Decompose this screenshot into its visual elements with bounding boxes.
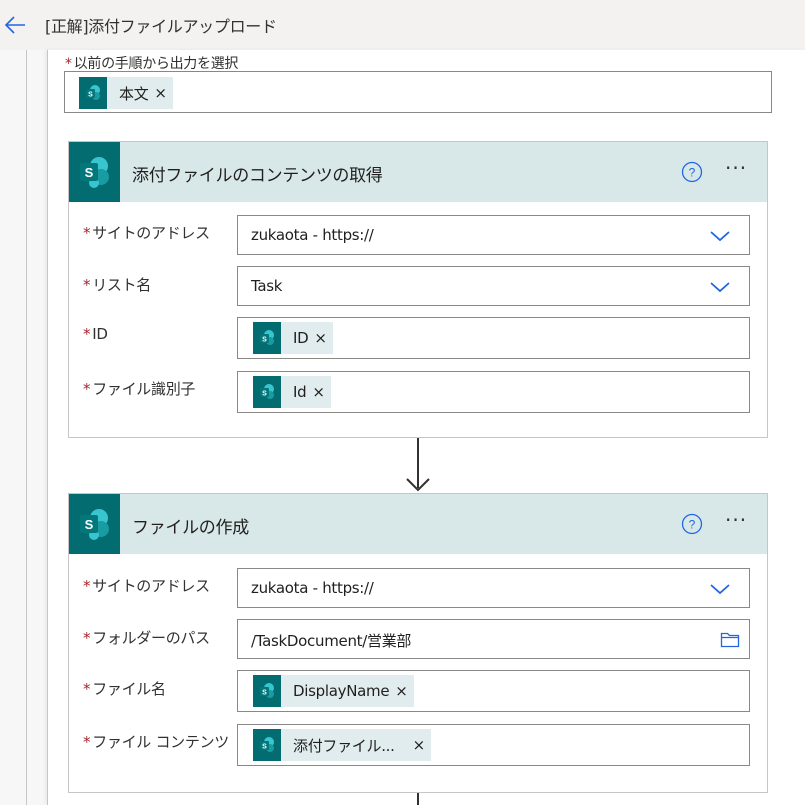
help-circle-icon[interactable]: ? <box>681 161 703 183</box>
svg-text:S: S <box>262 689 267 696</box>
site-address-value: zukaota - https:// <box>251 226 374 244</box>
token-label: DisplayName <box>293 682 390 700</box>
sharepoint-icon: S <box>79 77 107 109</box>
list-name-dropdown[interactable]: Task <box>237 266 750 306</box>
site-address-dropdown[interactable]: zukaota - https:// <box>237 568 750 608</box>
back-arrow-icon[interactable] <box>3 13 27 37</box>
flow-connector <box>417 793 419 805</box>
token-remove-icon[interactable]: × <box>413 736 432 754</box>
site-address-value: zukaota - https:// <box>251 579 374 597</box>
required-mark: * <box>83 733 91 751</box>
field-label-file-name: * ファイル名 <box>83 680 166 698</box>
action-header[interactable]: S 添付ファイルのコンテンツの取得 ? ··· <box>69 142 767 202</box>
svg-text:S: S <box>84 165 93 180</box>
field-label-id: * ID <box>83 325 108 343</box>
field-label-site: * サイトのアドレス <box>83 224 210 242</box>
token-attachment-content[interactable]: S 添付ファイル... × <box>253 729 432 761</box>
file-name-input[interactable]: S DisplayName × <box>237 670 750 712</box>
svg-text:S: S <box>262 390 267 397</box>
field-label-file-content: * ファイル コンテンツ <box>83 733 229 751</box>
token-label: 本文 <box>119 84 149 103</box>
token-file-id[interactable]: S Id × <box>253 376 331 408</box>
field-label-site: * サイトのアドレス <box>83 577 210 595</box>
arrow-down-icon <box>406 478 430 492</box>
svg-text:S: S <box>262 743 267 750</box>
svg-text:?: ? <box>689 166 696 180</box>
token-remove-icon[interactable]: × <box>154 84 173 102</box>
action-get-attachment-content: S 添付ファイルのコンテンツの取得 ? ··· * サイトのアドレス zukaot… <box>68 141 768 438</box>
id-input[interactable]: S ID × <box>237 317 750 359</box>
svg-text:S: S <box>84 517 93 532</box>
svg-text:S: S <box>88 91 93 98</box>
required-mark: * <box>83 380 91 398</box>
folder-path-input[interactable]: /TaskDocument/営業部 <box>237 619 750 659</box>
token-remove-icon[interactable]: × <box>312 383 331 401</box>
action-create-file: S ファイルの作成 ? ··· * サイトのアドレス zukaota - http… <box>68 493 768 793</box>
flow-title: [正解]添付ファイルアップロード <box>45 17 277 36</box>
required-mark: * <box>83 629 91 647</box>
token-remove-icon[interactable]: × <box>314 329 333 347</box>
chevron-down-icon[interactable] <box>709 279 731 295</box>
action-title: 添付ファイルのコンテンツの取得 <box>132 166 383 186</box>
folder-icon[interactable] <box>720 630 740 648</box>
action-header[interactable]: S ファイルの作成 ? ··· <box>69 494 767 554</box>
token-label: Id <box>293 383 307 401</box>
sharepoint-icon: S <box>253 322 281 354</box>
svg-text:?: ? <box>689 518 696 532</box>
sharepoint-logo-icon: S <box>69 142 120 202</box>
token-id[interactable]: S ID × <box>253 322 333 354</box>
required-mark: * <box>83 680 91 698</box>
action-title: ファイルの作成 <box>132 518 249 538</box>
sharepoint-icon: S <box>253 729 281 761</box>
required-mark: * <box>83 276 91 294</box>
token-body[interactable]: S 本文 × <box>79 77 173 109</box>
required-mark: * <box>83 224 91 242</box>
sharepoint-icon: S <box>253 376 281 408</box>
required-mark: * <box>83 577 91 595</box>
svg-text:S: S <box>262 336 267 343</box>
more-horizontal-icon[interactable]: ··· <box>725 508 747 532</box>
canvas-divider <box>26 50 27 805</box>
apply-to-each-container: * 以前の手順から出力を選択 S 本文 × S 添付ファイルのコンテンツの取得 ?… <box>47 50 805 805</box>
more-horizontal-icon[interactable]: ··· <box>725 156 747 180</box>
select-output-label: * 以前の手順から出力を選択 <box>65 56 239 72</box>
file-identifier-input[interactable]: S Id × <box>237 371 750 413</box>
token-label: ID <box>293 329 309 347</box>
field-label-file-identifier: * ファイル識別子 <box>83 380 196 398</box>
required-mark: * <box>65 56 72 72</box>
help-circle-icon[interactable]: ? <box>681 513 703 535</box>
designer-canvas: * 以前の手順から出力を選択 S 本文 × S 添付ファイルのコンテンツの取得 ?… <box>0 50 805 805</box>
sharepoint-logo-icon: S <box>69 494 120 554</box>
chevron-down-icon[interactable] <box>709 228 731 244</box>
token-display-name[interactable]: S DisplayName × <box>253 675 414 707</box>
field-label-folder: * フォルダーのパス <box>83 629 210 647</box>
site-address-dropdown[interactable]: zukaota - https:// <box>237 215 750 255</box>
folder-path-value: /TaskDocument/営業部 <box>251 632 412 650</box>
chevron-down-icon[interactable] <box>709 581 731 597</box>
select-output-input[interactable]: S 本文 × <box>64 71 772 113</box>
top-bar: [正解]添付ファイルアップロード <box>0 0 805 50</box>
field-label-list: * リスト名 <box>83 276 152 294</box>
required-mark: * <box>83 325 91 343</box>
token-remove-icon[interactable]: × <box>395 682 414 700</box>
list-name-value: Task <box>251 277 283 295</box>
file-content-input[interactable]: S 添付ファイル... × <box>237 724 750 766</box>
token-label: 添付ファイル... <box>293 736 395 755</box>
sharepoint-icon: S <box>253 675 281 707</box>
